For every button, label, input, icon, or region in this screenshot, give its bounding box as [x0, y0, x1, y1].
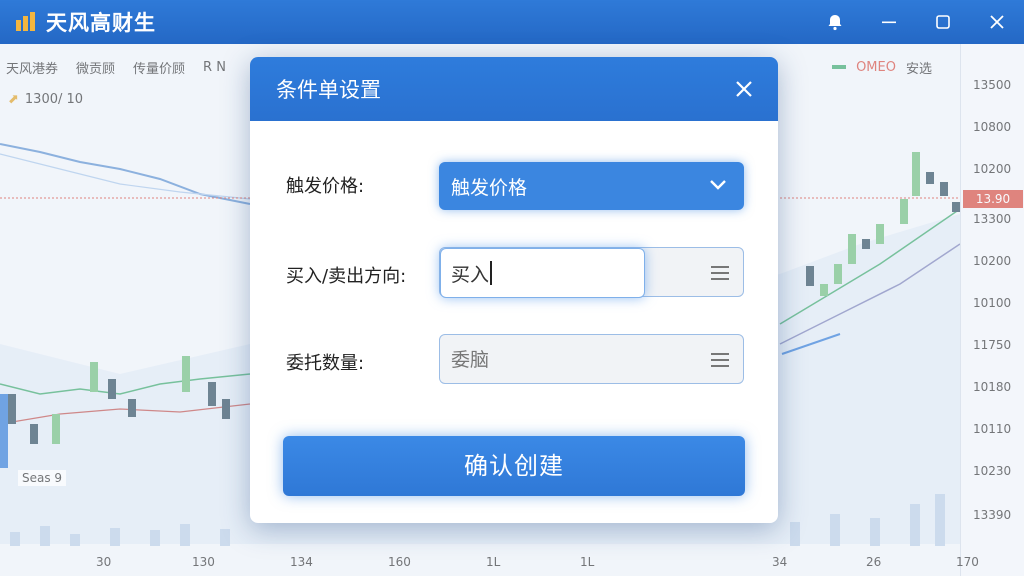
quantity-input[interactable]: 委脑	[451, 335, 489, 385]
app-title: 天风高财生	[46, 11, 156, 35]
title-bar: 天风高财生	[0, 0, 1024, 44]
trigger-price-value: 触发价格	[451, 176, 528, 199]
quantity-field[interactable]: 委脑	[439, 334, 744, 384]
direction-value: 买入	[451, 263, 490, 286]
maximize-icon[interactable]	[916, 0, 970, 44]
window-controls	[808, 0, 1024, 44]
dialog-header: 条件单设置	[250, 57, 778, 121]
confirm-create-button[interactable]: 确认创建	[283, 436, 745, 496]
close-icon[interactable]	[970, 0, 1024, 44]
trigger-price-label: 触发价格:	[286, 176, 365, 197]
direction-field[interactable]: 买入	[439, 247, 744, 298]
chevron-down-icon	[710, 180, 726, 190]
close-icon[interactable]	[732, 77, 756, 101]
app-logo-icon	[14, 11, 36, 33]
direction-label: 买入/卖出方向:	[286, 266, 407, 287]
direction-input[interactable]: 买入	[440, 248, 645, 298]
condition-order-dialog: 条件单设置 触发价格: 触发价格 买入/卖出方向: 买入 委托数量: 委脑 确认…	[250, 57, 778, 523]
menu-icon[interactable]	[711, 265, 729, 281]
trigger-price-row: 触发价格:	[286, 172, 436, 198]
quantity-row: 委托数量:	[286, 349, 436, 375]
quantity-label: 委托数量:	[286, 353, 365, 374]
bell-icon[interactable]	[808, 0, 862, 44]
text-caret	[490, 261, 493, 285]
menu-icon[interactable]	[711, 352, 729, 368]
trigger-price-select[interactable]: 触发价格	[439, 162, 744, 210]
direction-row: 买入/卖出方向:	[286, 262, 436, 288]
minimize-icon[interactable]	[862, 0, 916, 44]
dialog-title: 条件单设置	[276, 78, 381, 102]
